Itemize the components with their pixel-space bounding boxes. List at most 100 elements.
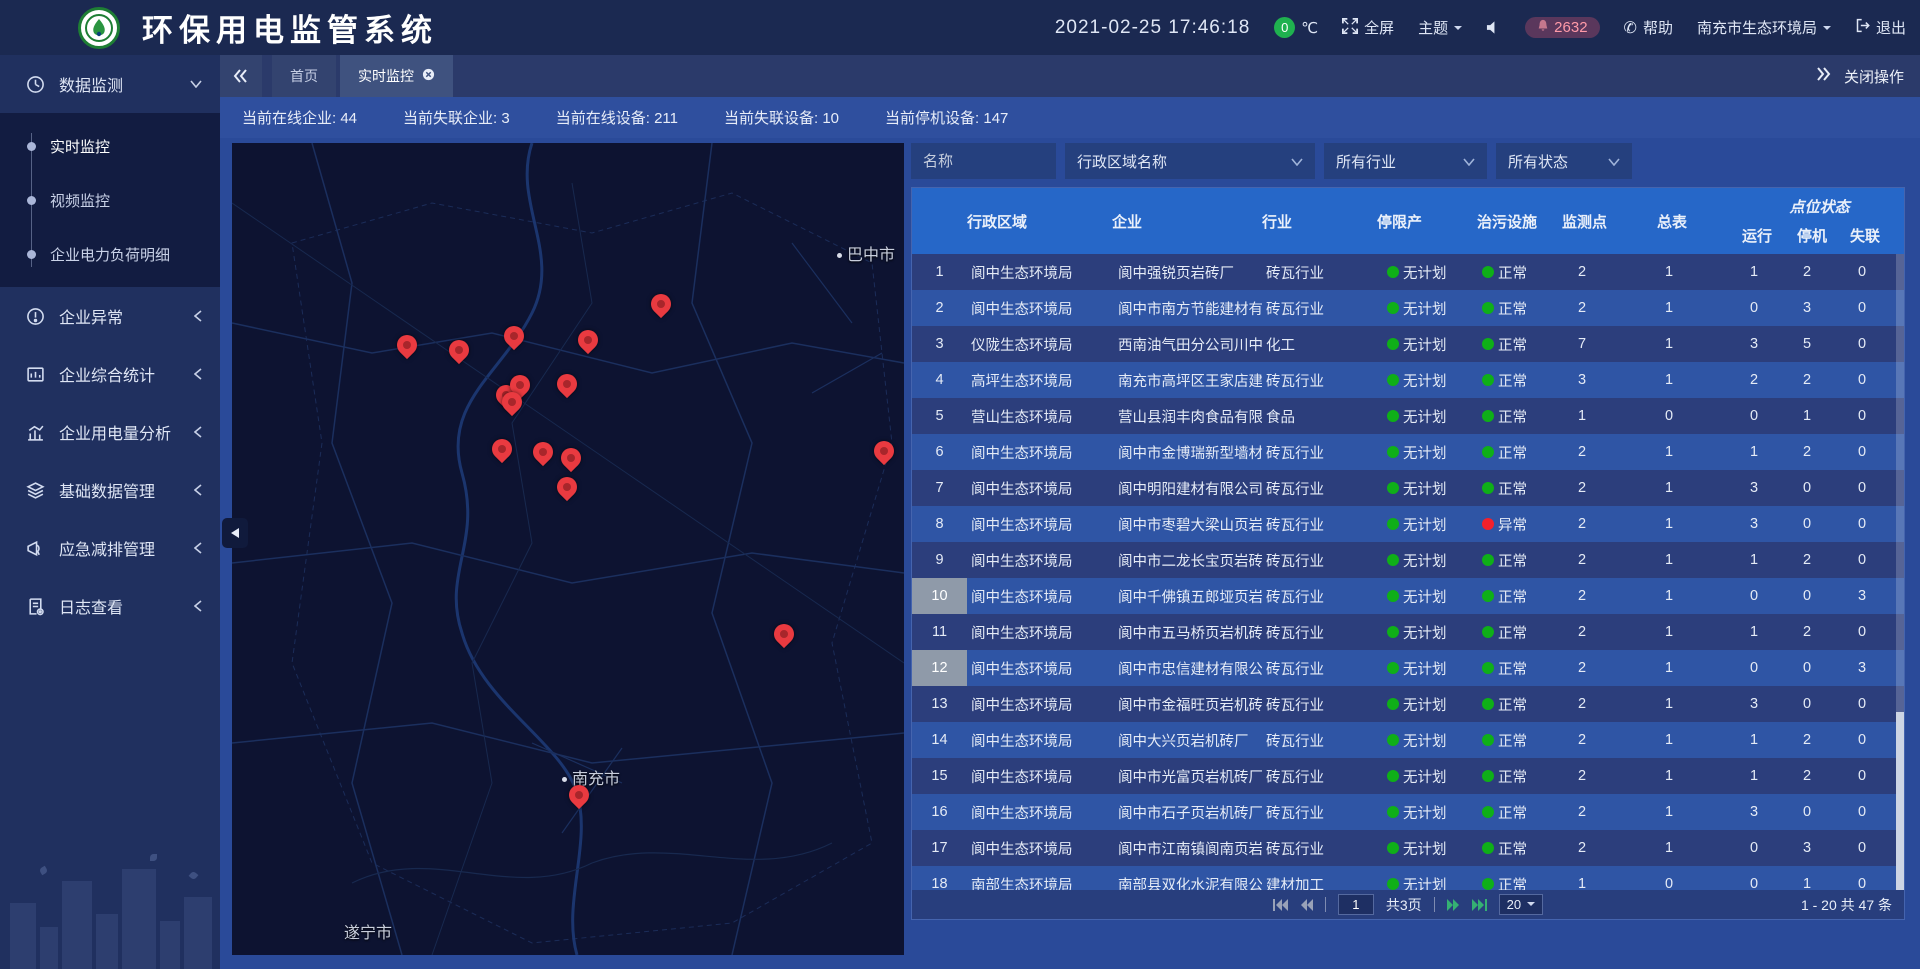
scrollbar-thumb[interactable]	[1896, 712, 1904, 892]
tab-close-icon[interactable]	[422, 68, 435, 84]
cell-run-count: 0	[1742, 650, 1797, 686]
cell-run-count: 1	[1742, 542, 1797, 578]
pagination-bar: 共3页 20 1 - 20 共 47 条	[912, 890, 1904, 919]
sidebar-item-base-data-management[interactable]: 基础数据管理	[0, 461, 220, 519]
org-dropdown[interactable]: 南充市生态环境局	[1697, 17, 1831, 38]
cell-run-count: 1	[1742, 434, 1797, 470]
map-collapse-button[interactable]	[222, 518, 248, 548]
help-button[interactable]: ✆ 帮助	[1624, 17, 1673, 38]
table-row[interactable]: 11阆中生态环境局阆中市五马桥页岩机砖砖瓦行业无计划正常21120	[912, 614, 1905, 650]
cell-industry: 砖瓦行业	[1262, 578, 1377, 614]
status-dot-green-icon	[1482, 554, 1494, 566]
status-filter-select[interactable]: 所有状态	[1496, 143, 1632, 179]
cell-total-meter: 0	[1657, 866, 1742, 892]
facility-text: 正常	[1498, 658, 1527, 679]
sidebar-item-enterprise-abnormal[interactable]: 企业异常	[0, 287, 220, 345]
caret-down-icon	[1454, 26, 1462, 34]
cell-stop-plan: 无计划	[1377, 830, 1477, 866]
cell-lost-count: 0	[1850, 830, 1897, 866]
cell-stop-plan: 无计划	[1377, 362, 1477, 398]
cell-industry: 砖瓦行业	[1262, 758, 1377, 794]
table-row[interactable]: 4高坪生态环境局南充市高坪区王家店建砖瓦行业无计划正常31220	[912, 362, 1905, 398]
first-page-button[interactable]	[1273, 899, 1288, 911]
logout-button[interactable]: 退出	[1855, 17, 1906, 38]
stat-label: 当前在线设备:	[556, 110, 654, 127]
sidebar-item-data-monitoring[interactable]: 数据监测	[0, 55, 220, 113]
tabs-scroll-left-button[interactable]	[220, 55, 262, 97]
table-row[interactable]: 2阆中生态环境局阆中市南方节能建材有砖瓦行业无计划正常21030	[912, 290, 1905, 326]
table-row[interactable]: 13阆中生态环境局阆中市金福旺页岩机砖砖瓦行业无计划正常21300	[912, 686, 1905, 722]
sidebar-item-power-usage-analysis[interactable]: 企业用电量分析	[0, 403, 220, 461]
stats-bar: 当前在线企业: 44当前失联企业: 3当前在线设备: 211当前失联设备: 10…	[220, 97, 1920, 138]
mute-speaker-icon[interactable]	[1486, 20, 1501, 35]
tab-label: 首页	[290, 66, 318, 86]
sidebar-item-emergency-reduction[interactable]: 应急减排管理	[0, 519, 220, 577]
tabs-scroll-right-button[interactable]	[1816, 67, 1832, 86]
theme-dropdown[interactable]: 主题	[1418, 17, 1462, 38]
status-dot-green-icon	[1387, 410, 1399, 422]
table-row[interactable]: 9阆中生态环境局阆中市二龙长宝页岩砖砖瓦行业无计划正常21120	[912, 542, 1905, 578]
chevron-down-icon	[1291, 153, 1303, 170]
last-page-button[interactable]	[1472, 899, 1487, 911]
prev-page-button[interactable]	[1300, 899, 1313, 911]
cell-region: 阆中生态环境局	[967, 434, 1112, 470]
row-index: 11	[912, 614, 967, 650]
sidebar: 数据监测实时监控视频监控企业电力负荷明细企业异常企业综合统计企业用电量分析基础数…	[0, 55, 220, 969]
page-title: 环保用电监管系统	[142, 5, 438, 50]
table-row[interactable]: 18南部生态环境局南部县双化水泥有限公建材加工无计划正常10010	[912, 866, 1905, 892]
table-row[interactable]: 8阆中生态环境局阆中市枣碧大梁山页岩砖瓦行业无计划异常21300	[912, 506, 1905, 542]
next-page-button[interactable]	[1447, 899, 1460, 911]
status-dot-green-icon	[1482, 590, 1494, 602]
sidebar-item-realtime-monitor[interactable]: 实时监控	[0, 119, 220, 173]
facility-text: 正常	[1498, 802, 1527, 823]
cell-facility: 正常	[1477, 398, 1562, 434]
cell-company: 阆中市忠信建材有限公	[1112, 650, 1262, 686]
cell-monitor-count: 2	[1562, 794, 1657, 830]
facility-text: 正常	[1498, 550, 1527, 571]
table-row[interactable]: 16阆中生态环境局阆中市石子页岩机砖厂砖瓦行业无计划正常21300	[912, 794, 1905, 830]
table-row[interactable]: 12阆中生态环境局阆中市忠信建材有限公砖瓦行业无计划正常21003	[912, 650, 1905, 686]
page-size-select[interactable]: 20	[1499, 894, 1543, 915]
city-dot-icon	[837, 253, 842, 258]
table-row[interactable]: 10阆中生态环境局阆中千佛镇五郎垭页岩砖瓦行业无计划正常21003	[912, 578, 1905, 614]
layers-icon	[26, 481, 45, 500]
status-dot-green-icon	[1387, 590, 1399, 602]
fullscreen-button[interactable]: 全屏	[1342, 17, 1394, 38]
stop-plan-text: 无计划	[1403, 658, 1447, 679]
table-row[interactable]: 3仪陇生态环境局西南油气田分公司川中化工无计划正常71350	[912, 326, 1905, 362]
facility-text: 正常	[1498, 406, 1527, 427]
cell-total-meter: 1	[1657, 470, 1742, 506]
sidebar-item-power-load-detail[interactable]: 企业电力负荷明细	[0, 227, 220, 281]
stop-plan-text: 无计划	[1403, 802, 1447, 823]
table-row[interactable]: 17阆中生态环境局阆中市江南镇阆南页岩砖瓦行业无计划正常21030	[912, 830, 1905, 866]
region-filter-select[interactable]: 行政区域名称	[1065, 143, 1315, 179]
tab-realtime-monitor[interactable]: 实时监控	[340, 55, 453, 97]
stop-plan-text: 无计划	[1403, 334, 1447, 355]
table-row[interactable]: 7阆中生态环境局阆中明阳建材有限公司砖瓦行业无计划正常21300	[912, 470, 1905, 506]
page-number-input[interactable]	[1338, 894, 1374, 915]
cell-lost-count: 0	[1850, 326, 1897, 362]
table-row[interactable]: 6阆中生态环境局阆中市金博瑞新型墙材砖瓦行业无计划正常21120	[912, 434, 1905, 470]
close-operations-button[interactable]: 关闭操作	[1844, 66, 1904, 87]
table-row[interactable]: 15阆中生态环境局阆中市光富页岩机砖厂砖瓦行业无计划正常21120	[912, 758, 1905, 794]
stop-plan-text: 无计划	[1403, 694, 1447, 715]
table-row[interactable]: 14阆中生态环境局阆中大兴页岩机砖厂砖瓦行业无计划正常21120	[912, 722, 1905, 758]
cell-halt-count: 2	[1797, 434, 1850, 470]
tab-home[interactable]: 首页	[272, 55, 336, 97]
sidebar-item-video-monitor[interactable]: 视频监控	[0, 173, 220, 227]
map-container[interactable]: 巴中市南充市遂宁市	[232, 143, 904, 955]
facility-text: 正常	[1498, 370, 1527, 391]
facility-text: 正常	[1498, 622, 1527, 643]
table-row[interactable]: 5营山生态环境局营山县润丰肉食品有限食品无计划正常10010	[912, 398, 1905, 434]
cell-lost-count: 0	[1850, 722, 1897, 758]
alarm-count-badge[interactable]: 2632	[1525, 17, 1599, 38]
sidebar-item-enterprise-statistics[interactable]: 企业综合统计	[0, 345, 220, 403]
name-filter-input[interactable]	[911, 143, 1056, 179]
sidebar-item-log-view[interactable]: 日志查看	[0, 577, 220, 635]
table-scrollbar[interactable]	[1896, 254, 1904, 892]
table-body: 1阆中生态环境局阆中强锐页岩砖厂砖瓦行业无计划正常211202阆中生态环境局阆中…	[912, 254, 1905, 892]
industry-filter-select[interactable]: 所有行业	[1324, 143, 1487, 179]
table-row[interactable]: 1阆中生态环境局阆中强锐页岩砖厂砖瓦行业无计划正常21120	[912, 254, 1905, 290]
chevron-down-icon	[190, 80, 202, 88]
col-facility: 治污设施	[1477, 188, 1562, 254]
